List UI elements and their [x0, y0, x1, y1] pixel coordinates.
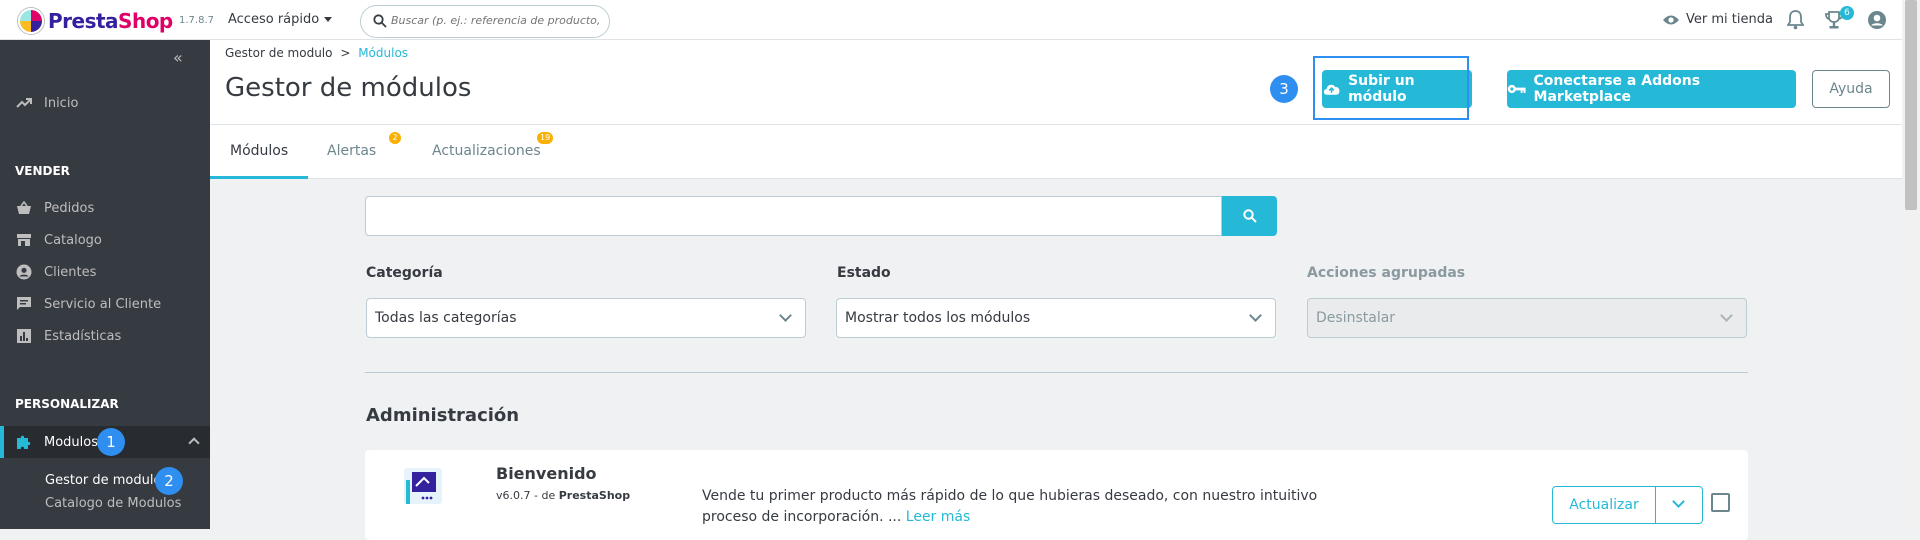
- updates-count-badge: 19: [537, 132, 554, 144]
- sidebar-item-customers[interactable]: Clientes: [0, 256, 210, 288]
- category-filter-label: Categoría: [366, 265, 443, 281]
- key-icon: [1507, 84, 1526, 94]
- sidebar-item-home[interactable]: Inicio: [0, 87, 210, 119]
- chat-icon: [15, 296, 33, 312]
- help-button[interactable]: Ayuda: [1812, 70, 1890, 108]
- alerts-count-badge: 2: [389, 132, 401, 144]
- search-icon: [1242, 209, 1257, 223]
- divider: [365, 372, 1748, 373]
- puzzle-icon: [15, 433, 33, 451]
- section-customize: PERSONALIZAR: [15, 397, 119, 411]
- sidebar-item-label: Servicio al Cliente: [44, 296, 162, 312]
- breadcrumb: Gestor de modulo > Módulos: [225, 46, 408, 60]
- connect-addons-button[interactable]: Conectarse a Addons Marketplace: [1507, 70, 1796, 108]
- sidebar-item-customer-service[interactable]: Servicio al Cliente: [0, 288, 210, 320]
- tab-label: Módulos: [230, 143, 289, 159]
- breadcrumb-parent[interactable]: Gestor de modulo: [225, 46, 332, 60]
- header-search-input[interactable]: [391, 14, 601, 27]
- tab-label: Actualizaciones: [432, 143, 541, 159]
- account-icon[interactable]: [1867, 10, 1887, 30]
- module-name: Bienvenido: [496, 464, 597, 483]
- upload-button-highlight: [1313, 56, 1469, 120]
- search-icon: [373, 14, 387, 28]
- bulk-actions-value: Desinstalar: [1316, 310, 1396, 326]
- category-select-value: Todas las categorías: [375, 310, 517, 326]
- quick-access-label: Acceso rápido: [228, 12, 320, 27]
- quick-access-dropdown[interactable]: Acceso rápido: [228, 12, 333, 27]
- update-module-button[interactable]: Actualizar: [1552, 486, 1656, 524]
- sidebar-item-label: Modulos: [44, 434, 98, 450]
- bar-chart-icon: [15, 329, 33, 343]
- page-header: Gestor de modulo > Módulos Gestor de mód…: [210, 40, 1902, 124]
- section-title-administration: Administración: [366, 405, 520, 426]
- connect-addons-label: Conectarse a Addons Marketplace: [1533, 73, 1701, 105]
- prestashop-logo-icon: [18, 8, 44, 34]
- chevron-down-icon: [1672, 495, 1685, 508]
- tab-label: Alertas: [327, 143, 377, 159]
- chevron-down-icon: [1720, 309, 1733, 322]
- tab-modules[interactable]: Módulos: [210, 125, 309, 179]
- prestashop-logo[interactable]: PrestaShop: [18, 8, 173, 34]
- trophy-count-badge: 6: [1840, 6, 1854, 20]
- logo-suffix: Shop: [118, 9, 173, 33]
- sidebar-item-label: Estadísticas: [44, 328, 122, 344]
- sidebar-subitem-module-catalog[interactable]: Catalogo de Modulos: [45, 496, 181, 511]
- header-search[interactable]: [360, 5, 610, 38]
- breadcrumb-separator: >: [340, 46, 351, 60]
- sidebar: « Inicio VENDER Pedidos Catalogo Cliente…: [0, 40, 210, 529]
- sidebar-item-label: Catalogo: [44, 232, 102, 248]
- view-shop-link[interactable]: Ver mi tienda: [1662, 12, 1773, 27]
- step-marker-3: 3: [1270, 75, 1298, 103]
- section-sell: VENDER: [15, 164, 70, 178]
- eye-icon: [1663, 15, 1679, 24]
- collapse-sidebar-icon[interactable]: «: [173, 48, 183, 67]
- caret-down-icon: [324, 17, 333, 22]
- breadcrumb-current[interactable]: Módulos: [358, 46, 408, 60]
- sidebar-subitem-module-manager[interactable]: Gestor de modulo: [45, 473, 161, 488]
- module-select-checkbox[interactable]: [1711, 493, 1730, 512]
- scrollbar-thumb[interactable]: [1905, 0, 1917, 210]
- module-version: v6.0.7 - de PrestaShop: [496, 489, 630, 502]
- step-marker-1: 1: [97, 428, 125, 456]
- module-version-label: v6.0.7 - de: [496, 489, 556, 502]
- module-row: Bienvenido v6.0.7 - de PrestaShop Vende …: [365, 450, 1748, 540]
- bell-icon[interactable]: [1787, 10, 1804, 30]
- trending-up-icon: [15, 97, 33, 109]
- status-select-value: Mostrar todos los módulos: [845, 310, 1031, 326]
- tab-bar: Módulos Alertas 2 Actualizaciones 19: [210, 124, 1902, 179]
- bulk-actions-label: Acciones agrupadas: [1307, 265, 1466, 281]
- module-description: Vende tu primer producto más rápido de l…: [702, 486, 1372, 528]
- step-marker-2: 2: [155, 467, 183, 495]
- module-author: PrestaShop: [558, 489, 631, 502]
- sidebar-item-catalog[interactable]: Catalogo: [0, 224, 210, 256]
- page-title: Gestor de módulos: [225, 73, 472, 103]
- module-actions-dropdown[interactable]: [1655, 486, 1703, 524]
- user-circle-icon: [15, 264, 33, 280]
- module-search-input[interactable]: [365, 196, 1222, 236]
- bulk-actions-select: Desinstalar: [1307, 298, 1747, 338]
- status-select[interactable]: Mostrar todos los módulos: [836, 298, 1276, 338]
- store-icon: [15, 233, 33, 247]
- sidebar-item-label: Inicio: [44, 95, 79, 111]
- sidebar-item-label: Pedidos: [44, 200, 95, 216]
- category-select[interactable]: Todas las categorías: [366, 298, 806, 338]
- module-description-text: Vende tu primer producto más rápido de l…: [702, 488, 1318, 525]
- top-bar: PrestaShop 1.7.8.7 Acceso rápido Ver mi …: [0, 0, 1902, 40]
- logo-prefix: Presta: [48, 9, 119, 33]
- view-shop-label: Ver mi tienda: [1686, 12, 1773, 27]
- status-filter-label: Estado: [837, 265, 891, 281]
- basket-icon: [15, 201, 33, 215]
- sidebar-item-orders[interactable]: Pedidos: [0, 192, 210, 224]
- tab-updates[interactable]: Actualizaciones 19: [412, 125, 561, 179]
- read-more-link[interactable]: Leer más: [906, 509, 971, 525]
- chevron-down-icon: [779, 309, 792, 322]
- module-search-button[interactable]: [1222, 196, 1277, 236]
- welcome-module-icon: [404, 468, 442, 504]
- sidebar-item-stats[interactable]: Estadísticas: [0, 320, 210, 352]
- chevron-down-icon: [1249, 309, 1262, 322]
- tab-alerts[interactable]: Alertas 2: [307, 125, 401, 179]
- sidebar-item-label: Clientes: [44, 264, 97, 280]
- version-label: 1.7.8.7: [179, 15, 214, 26]
